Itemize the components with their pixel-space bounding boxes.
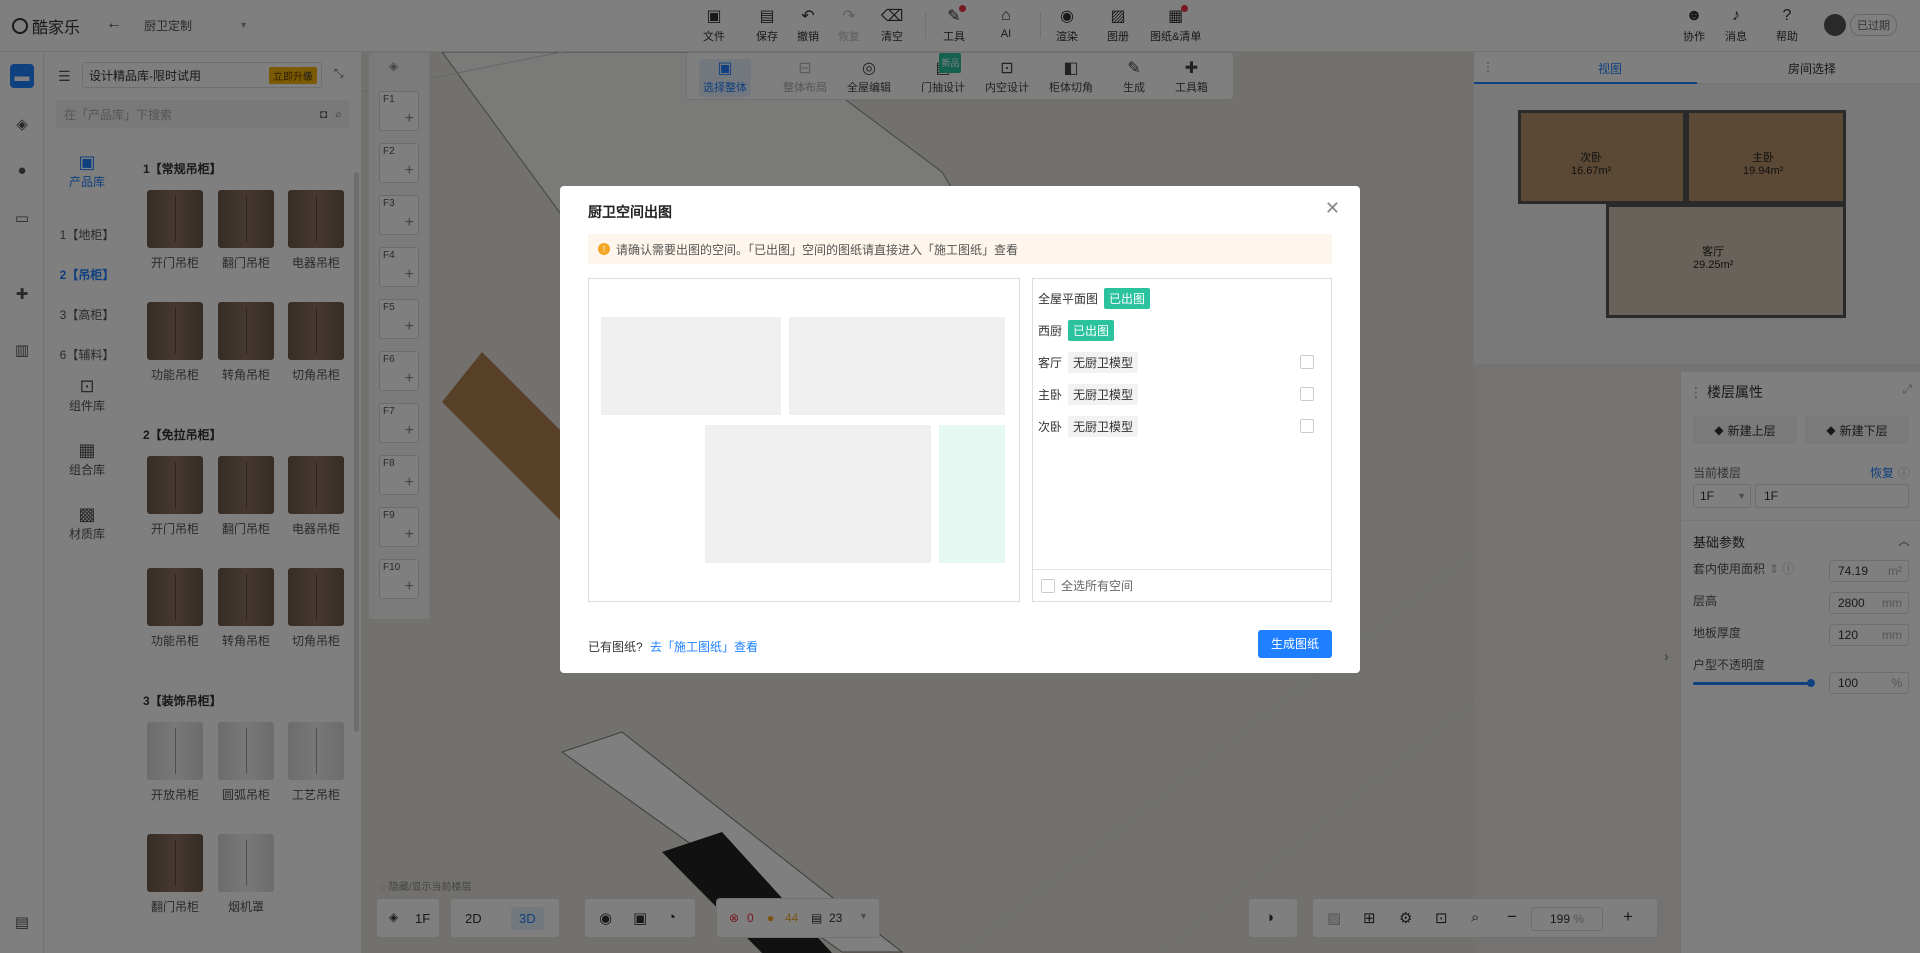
status-badge: 已出图 [1068,319,1115,341]
status-badge: 无厨卫模型 [1068,415,1139,437]
divider [1033,569,1331,570]
room-checkbox[interactable] [1300,419,1314,433]
dialog-footer-text: 已有图纸? 去「施工图纸」查看 [588,638,758,655]
select-all-checkbox[interactable]: 全选所有空间 [1041,577,1133,594]
warning-icon: ! [598,243,610,255]
notice-text: 请确认需要出图的空间。「已出图」空间的图纸请直接进入「施工图纸」查看 [616,242,1019,257]
status-badge: 已出图 [1104,287,1151,309]
preview-room-block [789,317,1005,415]
preview-kitchen-block [939,425,1005,563]
room-list: 全屋平面图 已出图 西厨 已出图 客厅 无厨卫模型 主卧 无厨卫模型 次卧 无厨卫模型 全… [1032,278,1332,602]
construction-drawings-link[interactable]: 去「施工图纸」查看 [650,640,758,654]
room-name: 次卧 [1038,419,1063,434]
close-icon[interactable]: ✕ [1325,198,1340,219]
room-row-second-bedroom: 次卧 无厨卫模型 [1038,415,1326,437]
preview-room-block [705,425,931,563]
room-name: 客厅 [1038,355,1063,370]
status-badge: 无厨卫模型 [1068,351,1139,373]
room-name: 全屋平面图 [1038,291,1099,306]
room-row-master-bedroom: 主卧 无厨卫模型 [1038,383,1326,405]
status-badge: 无厨卫模型 [1068,383,1139,405]
footer-text: 已有图纸? [588,640,643,654]
room-name: 主卧 [1038,387,1063,402]
kitchen-bath-drawing-dialog: 厨卫空间出图 ✕ ! 请确认需要出图的空间。「已出图」空间的图纸请直接进入「施工… [560,186,1360,673]
room-row-west-kitchen: 西厨 已出图 [1038,319,1326,341]
room-name: 西厨 [1038,323,1063,338]
checkbox[interactable] [1041,578,1055,593]
floorplan-preview [588,278,1020,602]
notice-bar: ! 请确认需要出图的空间。「已出图」空间的图纸请直接进入「施工图纸」查看 [588,234,1332,264]
room-checkbox[interactable] [1300,387,1314,401]
dialog-title: 厨卫空间出图 [588,204,672,220]
select-all-label: 全选所有空间 [1061,579,1134,593]
room-row-whole-plan: 全屋平面图 已出图 [1038,287,1326,309]
preview-room-block [601,317,781,415]
room-checkbox[interactable] [1300,355,1314,369]
room-row-living: 客厅 无厨卫模型 [1038,351,1326,373]
generate-drawings-button[interactable]: 生成图纸 [1258,630,1332,658]
